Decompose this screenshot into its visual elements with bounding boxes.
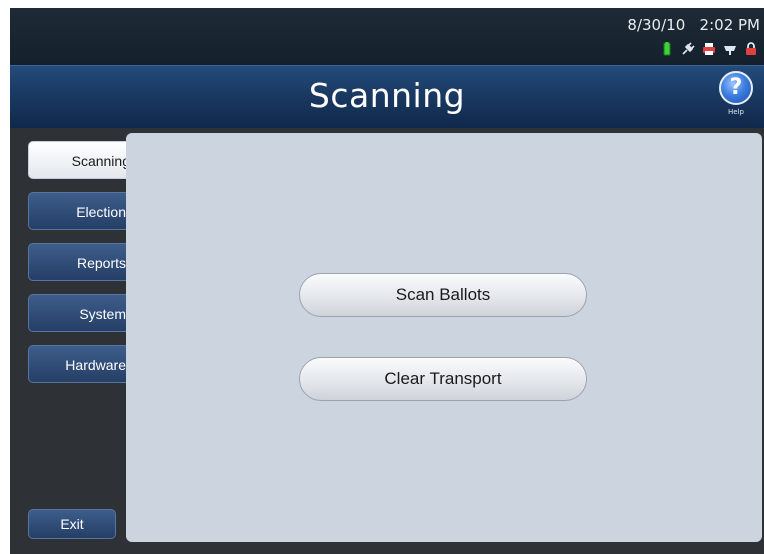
power-plug-icon (682, 42, 695, 55)
status-time: 2:02 PM (699, 16, 760, 34)
clear-transport-button[interactable]: Clear Transport (299, 357, 587, 401)
tab-election[interactable]: Election (28, 192, 132, 230)
main-panel: Scan Ballots Clear Transport (126, 133, 762, 542)
tab-scanning[interactable]: Scanning (28, 141, 136, 179)
status-date: 8/30/10 (627, 16, 686, 34)
tab-reports[interactable]: Reports (28, 243, 132, 281)
battery-icon (663, 42, 671, 56)
lock-icon (746, 42, 756, 55)
help-label: Help (728, 108, 744, 116)
scanner-screen: 8/30/10 2:02 PM Scanning ? Help Scanning… (10, 8, 764, 554)
exit-button[interactable]: Exit (28, 509, 116, 539)
tab-hardware[interactable]: Hardware (28, 345, 132, 383)
scan-ballots-button[interactable]: Scan Ballots (299, 273, 587, 317)
help-icon: ? (719, 71, 753, 105)
network-icon (724, 46, 736, 55)
status-datetime: 8/30/10 2:02 PM (627, 16, 760, 34)
title-bar: Scanning ? Help (10, 65, 764, 128)
page-title: Scanning (308, 76, 466, 115)
printer-icon (703, 43, 715, 55)
tab-system[interactable]: System (28, 294, 132, 332)
status-icons (660, 42, 758, 56)
help-button[interactable]: ? Help (716, 71, 756, 125)
status-bar: 8/30/10 2:02 PM (10, 8, 764, 65)
